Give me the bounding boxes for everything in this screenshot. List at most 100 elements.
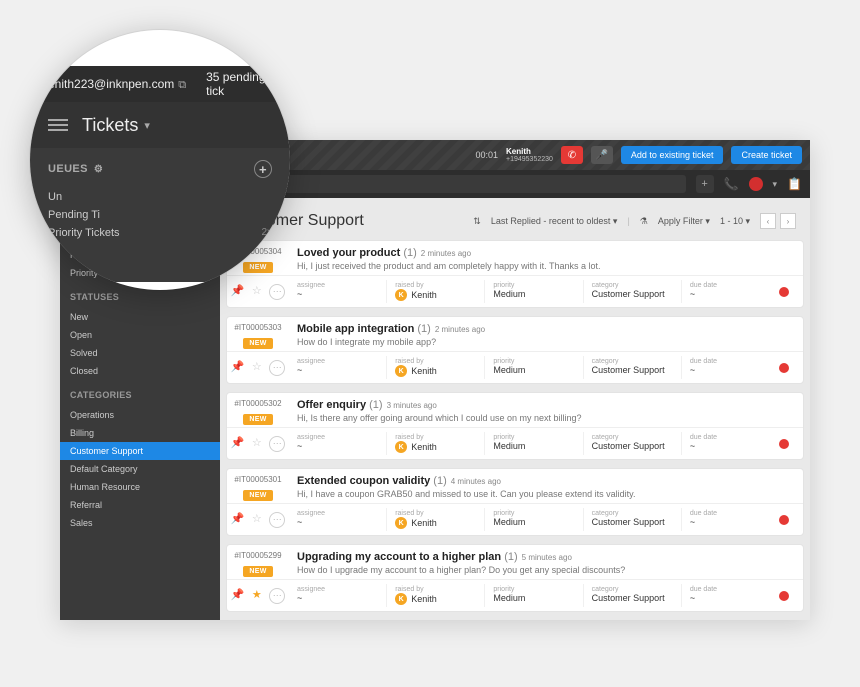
add-button[interactable]: + [696, 175, 714, 193]
priority-value: Medium [493, 441, 574, 451]
sidebar-item[interactable]: New [60, 308, 220, 326]
pin-icon[interactable]: 📌 [231, 436, 245, 452]
sort-dropdown[interactable]: Last Replied - recent to oldest ▾ [491, 216, 618, 227]
star-icon[interactable]: ☆ [252, 360, 262, 376]
ticket-title: Upgrading my account to a higher plan (1… [297, 551, 795, 563]
sidebar-item-label: Referral [70, 500, 102, 510]
star-icon[interactable]: ★ [252, 588, 262, 604]
pin-icon[interactable]: 📌 [231, 512, 245, 528]
next-page-button[interactable]: › [780, 213, 796, 229]
prev-page-button[interactable]: ‹ [760, 213, 776, 229]
ticket-card[interactable]: #IT00005299 NEW Upgrading my account to … [226, 544, 804, 612]
menu-icon[interactable] [48, 119, 68, 131]
ticket-card[interactable]: #IT00005304 NEW Loved your product (1)2 … [226, 240, 804, 308]
sidebar-item[interactable]: Solved [60, 344, 220, 362]
avatar-icon: K [395, 593, 407, 605]
meta-label: priority [493, 586, 574, 593]
ticket-title: Offer enquiry (1)3 minutes ago [297, 399, 795, 411]
gear-icon[interactable]: ⚙ [94, 164, 103, 175]
raised-by-value: KKenith [395, 517, 476, 529]
meta-label: priority [493, 434, 574, 441]
assignee-value: ~ [297, 365, 378, 375]
sidebar-item[interactable]: Billing [60, 424, 220, 442]
more-icon[interactable]: ⋯ [269, 436, 285, 452]
sidebar-item-label: Billing [70, 428, 94, 438]
sidebar-item-label: Closed [70, 366, 98, 376]
ticket-snippet: How do I upgrade my account to a higher … [297, 565, 795, 575]
chevron-down-icon[interactable]: ▾ [773, 179, 778, 190]
ticket-snippet: How do I integrate my mobile app? [297, 337, 795, 347]
header-right-icons: 📞 ▾ 📋 [724, 177, 802, 191]
ticket-card[interactable]: #IT00005302 NEW Offer enquiry (1)3 minut… [226, 392, 804, 460]
sidebar-item[interactable]: Priority Tickets2x [48, 224, 272, 242]
pin-icon[interactable]: 📌 [231, 284, 245, 300]
ticket-snippet: Hi, I have a coupon GRAB50 and missed to… [297, 489, 795, 499]
caller-info: Kenith +19495352230 [506, 148, 553, 163]
sidebar-item-label: Un [48, 191, 62, 203]
ticket-id-block: #IT00005301 NEW [227, 469, 289, 502]
sidebar-item[interactable]: Human Resource [60, 478, 220, 496]
meta-label: due date [690, 434, 771, 441]
more-icon[interactable]: ⋯ [269, 284, 285, 300]
ticket-title: Extended coupon validity (1)4 minutes ag… [297, 475, 795, 487]
ticket-id: #IT00005303 [227, 323, 289, 332]
zoom-module-title[interactable]: Tickets ▾ [82, 115, 150, 136]
mic-icon: 🎤 [596, 150, 608, 161]
pin-icon[interactable]: 📌 [231, 588, 245, 604]
external-link-icon: ⧉ [178, 79, 186, 91]
priority-value: Medium [493, 517, 574, 527]
star-icon[interactable]: ☆ [252, 436, 262, 452]
meta-label: due date [690, 358, 771, 365]
raised-by-value: KKenith [395, 441, 476, 453]
status-badge: NEW [243, 566, 272, 577]
phone-icon[interactable]: 📞 [724, 177, 739, 191]
filter-dropdown[interactable]: Apply Filter ▾ [658, 216, 710, 227]
sidebar-item[interactable]: Operations [60, 406, 220, 424]
sidebar-item-label: Default Category [70, 464, 138, 474]
meta-label: assignee [297, 434, 378, 441]
avatar-icon: K [395, 441, 407, 453]
phone-hangup-icon: ✆ [568, 150, 576, 161]
sidebar-item[interactable]: Un [48, 188, 272, 206]
status-badge: NEW [243, 414, 272, 425]
avatar-icon[interactable] [749, 177, 763, 191]
priority-value: Medium [493, 593, 574, 603]
raised-by-value: KKenith [395, 289, 476, 301]
sidebar-item-count: 2x [261, 227, 272, 239]
add-queue-button[interactable]: + [254, 160, 272, 178]
due-date-value: ~ [690, 517, 771, 527]
sidebar-item[interactable]: Referral [60, 496, 220, 514]
zoom-queues-header: UEUES ⚙ + [48, 160, 272, 178]
pin-icon[interactable]: 📌 [231, 360, 245, 376]
sidebar-item[interactable]: Customer Support [60, 442, 220, 460]
more-icon[interactable]: ⋯ [269, 360, 285, 376]
create-ticket-button[interactable]: Create ticket [731, 146, 802, 164]
ticket-card[interactable]: #IT00005301 NEW Extended coupon validity… [226, 468, 804, 536]
zoom-pending-chip: 35 pending tick [206, 70, 278, 98]
sidebar-item[interactable]: Pending Ti [48, 206, 272, 224]
due-date-value: ~ [690, 289, 771, 299]
sort-icon: ⇅ [473, 216, 481, 227]
sidebar-item-label: Pending Ti [48, 209, 100, 221]
sidebar-item[interactable]: Closed [60, 362, 220, 380]
zoom-topbar: kenith223@inknpen.com⧉ 35 pending tick [30, 66, 290, 102]
star-icon[interactable]: ☆ [252, 512, 262, 528]
sidebar-item[interactable]: Default Category [60, 460, 220, 478]
more-icon[interactable]: ⋯ [269, 588, 285, 604]
meta-label: priority [493, 358, 574, 365]
sidebar-item[interactable]: Sales [60, 514, 220, 532]
sidebar-item-label: Human Resource [70, 482, 140, 492]
hangup-button[interactable]: ✆ [561, 146, 583, 164]
sidebar-item[interactable]: Open [60, 326, 220, 344]
more-icon[interactable]: ⋯ [269, 512, 285, 528]
add-to-existing-ticket-button[interactable]: Add to existing ticket [621, 146, 724, 164]
meta-label: priority [493, 282, 574, 289]
ticket-card[interactable]: #IT00005303 NEW Mobile app integration (… [226, 316, 804, 384]
clipboard-icon[interactable]: 📋 [787, 177, 802, 191]
star-icon[interactable]: ☆ [252, 284, 262, 300]
mute-button[interactable]: 🎤 [591, 146, 613, 164]
category-value: Customer Support [592, 441, 673, 451]
meta-label: due date [690, 586, 771, 593]
avatar-icon: K [395, 365, 407, 377]
range-dropdown[interactable]: 1 - 10 ▾ [720, 216, 750, 227]
